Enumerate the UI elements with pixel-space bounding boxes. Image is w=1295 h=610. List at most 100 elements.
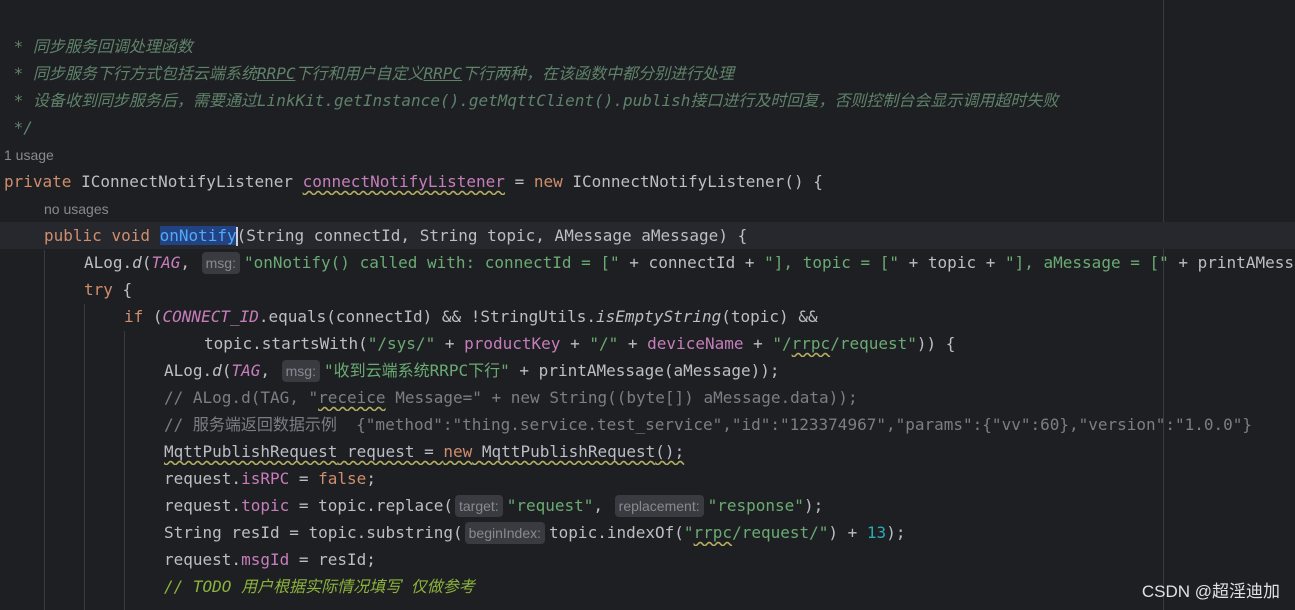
operator: + [435, 334, 465, 353]
code-text: topic.indexOf( [549, 523, 684, 542]
code-text: )) { [916, 334, 956, 353]
code-line[interactable]: * 同步服务回调处理函数 [4, 33, 1295, 60]
code-text: ( [143, 307, 163, 326]
param-hint: msg: [281, 360, 320, 382]
code-text: ); [886, 523, 906, 542]
code-text: + connectId + [619, 253, 765, 272]
code-line[interactable]: // ALog.d(TAG, "receice Message=" + new … [164, 384, 1295, 411]
operator: + [618, 334, 648, 353]
param-hint: replacement: [614, 495, 704, 517]
field-name[interactable]: connectNotifyListener [303, 172, 505, 191]
field-name: msgId [241, 550, 290, 569]
code-line-active[interactable]: public void onNotify(String connectId, S… [0, 222, 1295, 249]
doc-comment-text: 下行和用户自定义 [295, 64, 424, 83]
code-text: String resId = topic.substring( [164, 523, 463, 542]
code-text: .equals(connectId) && !StringUtils. [258, 307, 597, 326]
code-text: , [260, 361, 280, 380]
constant: TAG [231, 361, 261, 380]
field-name: topic [241, 496, 290, 515]
code-text: = topic.replace( [289, 496, 453, 515]
field-name: isRPC [241, 469, 290, 488]
code-text: ; [366, 469, 376, 488]
doc-comment-prefix: * [4, 91, 33, 110]
todo-marker: TODO [192, 577, 232, 596]
code-line[interactable]: MqttPublishRequest request = new MqttPub… [164, 438, 1295, 465]
code-line[interactable]: // 服务端返回数据示例 {"method":"thing.service.te… [164, 411, 1295, 438]
keyword: new [443, 442, 473, 461]
indent-guide [44, 250, 45, 610]
code-text: , [593, 496, 613, 515]
code-line[interactable]: topic.startsWith("/sys/" + productKey + … [204, 330, 1295, 357]
doc-comment-text: 接口进行及时回复，否则控制台会显示调用超时失败 [690, 91, 1059, 110]
method-name-selected[interactable]: onNotify [159, 226, 237, 245]
usages-lens[interactable]: 1 usage [4, 147, 54, 163]
code-line[interactable]: * 同步服务下行方式包括云端系统RRPC下行和用户自定义RRPC下行两种，在该函… [4, 60, 1295, 87]
todo-comment: // [164, 577, 193, 596]
keyword: try [84, 280, 113, 299]
code-line[interactable]: String resId = topic.substring(beginInde… [164, 519, 1295, 546]
code-text: { [112, 280, 133, 299]
string-literal-typo: rrpc [791, 334, 831, 353]
line-comment: // 服务端返回数据示例 {"method":"thing.service.te… [164, 415, 1253, 434]
string-literal: /request/" [732, 523, 829, 542]
constant: TAG [151, 253, 181, 272]
string-literal-typo: rrpc [693, 523, 733, 542]
keyword: false [318, 469, 367, 488]
keyword: public [44, 226, 102, 245]
code-text: + printAMessage(aMessage)); [509, 361, 780, 380]
keyword: private [4, 172, 72, 191]
code-text: ); [803, 496, 824, 515]
indent-guide [84, 304, 85, 610]
doc-comment-prefix: * [4, 64, 33, 83]
string-literal: "], aMessage = [" [1004, 253, 1169, 272]
keyword: new [533, 172, 563, 191]
code-text: () { [784, 172, 823, 191]
code-line[interactable]: */ [4, 114, 1295, 141]
doc-comment-ref: RRPC [423, 64, 462, 83]
doc-comment-close: */ [4, 118, 33, 137]
code-line[interactable]: request.topic = topic.replace(target: "re… [164, 492, 1295, 519]
string-literal: "/" [589, 334, 619, 353]
string-literal: " [683, 523, 694, 542]
code-line[interactable]: ALog.d(TAG, msg: "收到云端系统RRPC下行" + printAM… [164, 357, 1295, 384]
code-lens-line: no usages [44, 195, 1295, 222]
code-line[interactable]: * 设备收到同步服务后，需要通过LinkKit.getInstance().ge… [4, 87, 1295, 114]
no-usages-lens[interactable]: no usages [44, 201, 109, 217]
code-text: request. [164, 550, 242, 569]
code-text: request. [164, 469, 242, 488]
doc-comment-text: 下行两种，在该函数中都分别进行处理 [462, 64, 735, 83]
string-literal: "/ [772, 334, 792, 353]
string-literal: "/sys/" [367, 334, 436, 353]
type-name: MqttPublishRequest [481, 442, 656, 461]
string-literal: "], topic = [" [764, 253, 900, 272]
doc-comment-prefix: * [4, 37, 33, 56]
code-text: (String connectId, String topic, AMessag… [236, 226, 748, 245]
type-name: IConnectNotifyListener [572, 172, 785, 191]
todo-comment: 用户根据实际情况填写 仅做参考 [231, 577, 475, 596]
code-text: request = [337, 442, 444, 461]
string-literal: "收到云端系统RRPC下行" [323, 361, 510, 380]
doc-comment-text: 同步服务下行方式包括云端系统 [32, 64, 257, 83]
code-line[interactable]: private IConnectNotifyListener connectNo… [4, 168, 1295, 195]
code-text: + printAMessage [1178, 253, 1295, 272]
code-line[interactable]: request.isRPC = false; [164, 465, 1295, 492]
code-lens-line: 1 usage [4, 141, 1295, 168]
string-literal: /request" [830, 334, 917, 353]
doc-comment-text: 设备收到同步服务后，需要通过 [32, 91, 257, 110]
code-line[interactable]: ALog.d(TAG, msg: "onNotify() called with:… [84, 249, 1295, 276]
code-line[interactable]: /** [4, 6, 1295, 33]
code-line[interactable]: try { [84, 276, 1295, 303]
method-name: isEmptyString [596, 307, 722, 326]
code-text: ) + [828, 523, 867, 542]
code-line[interactable]: // TODO 用户根据实际情况填写 仅做参考 [164, 573, 1295, 600]
line-comment: // ALog.d(TAG, " [164, 388, 319, 407]
operator: + [743, 334, 773, 353]
field-name: productKey [464, 334, 561, 353]
code-line[interactable]: if (CONNECT_ID.equals(connectId) && !Str… [124, 303, 1295, 330]
code-line[interactable]: request.msgId = resId; [164, 546, 1295, 573]
type-name: IConnectNotifyListener [81, 172, 293, 191]
code-text: request. [164, 496, 242, 515]
string-literal: "response" [707, 496, 804, 515]
param-hint: target: [455, 495, 503, 517]
string-literal: "request" [506, 496, 594, 515]
